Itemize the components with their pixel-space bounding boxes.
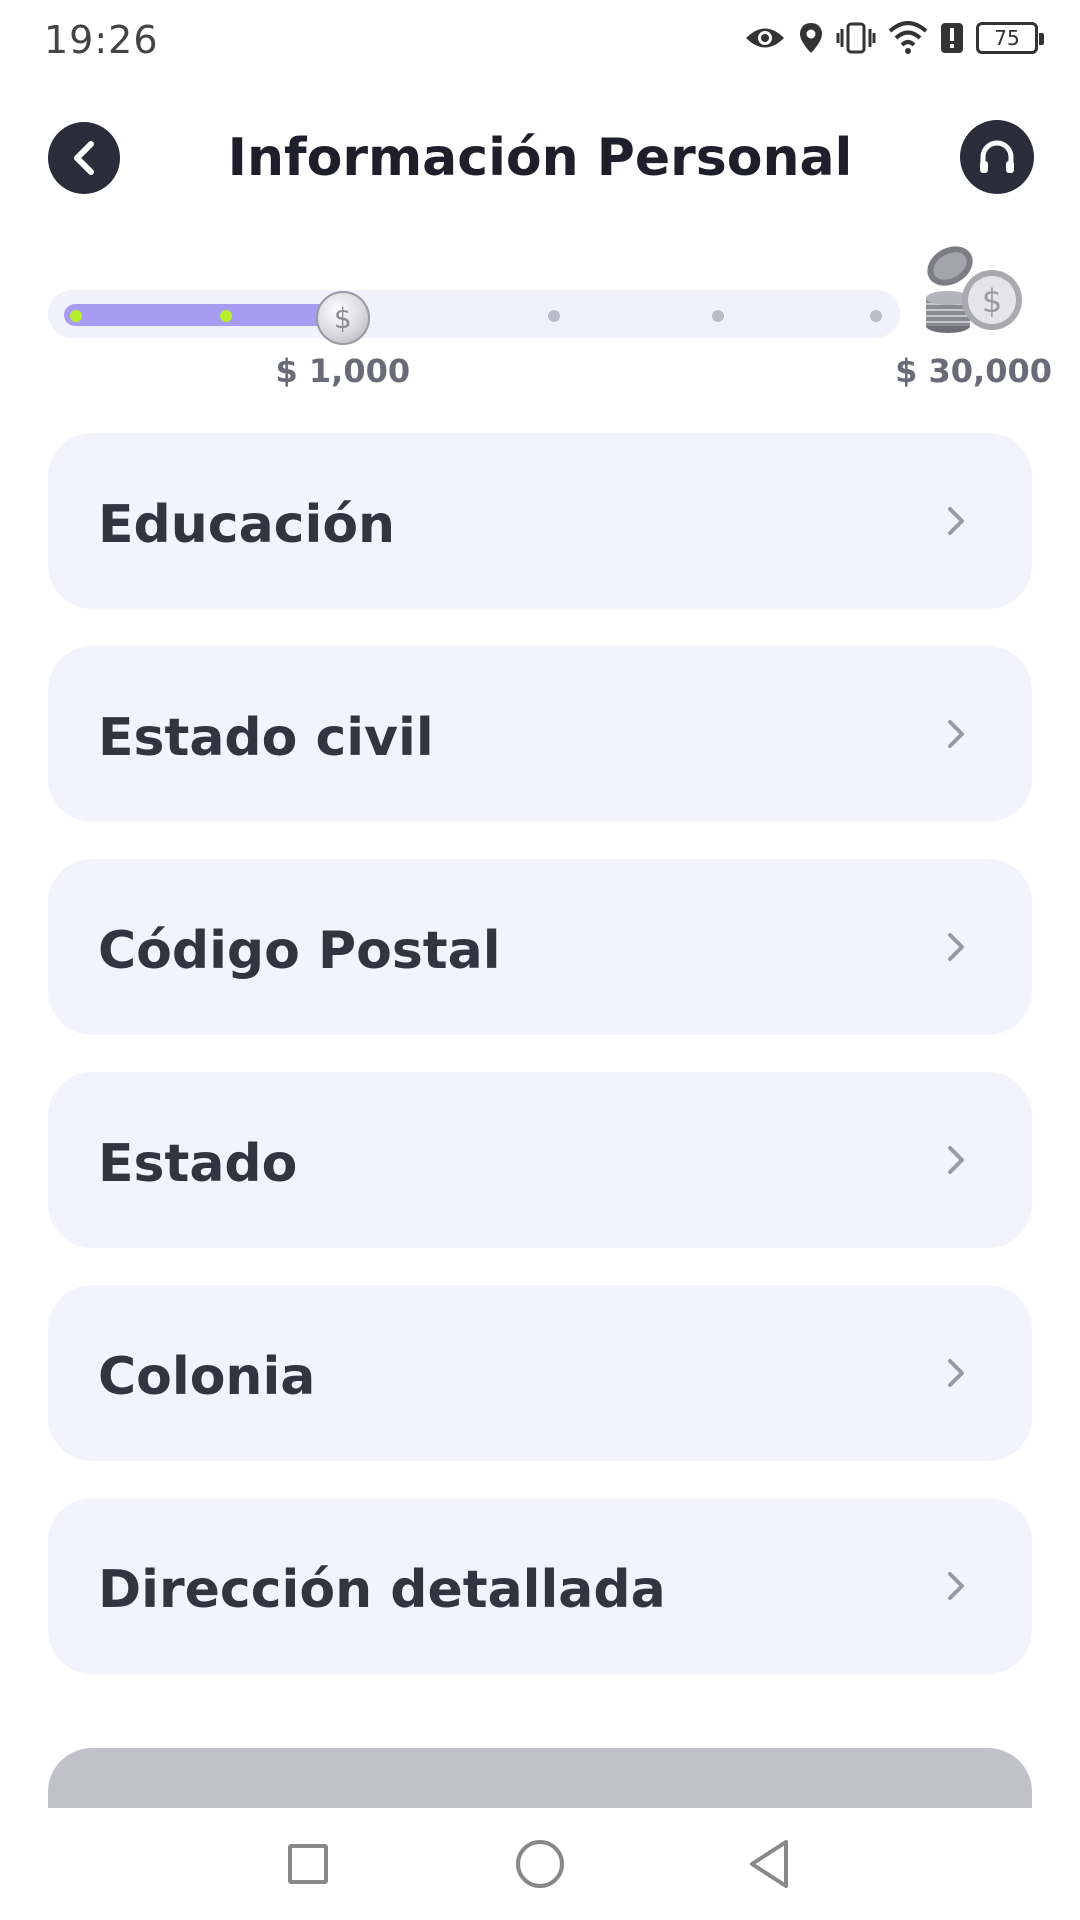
list-item-label: Estado	[98, 1134, 298, 1194]
list-item-colonia[interactable]: Colonia	[48, 1285, 1032, 1461]
chevron-right-icon	[948, 1359, 964, 1387]
list-item-codigo-postal[interactable]: Código Postal	[48, 859, 1032, 1035]
status-bar: 19:26 75	[0, 0, 1080, 80]
list-item-label: Dirección detallada	[98, 1560, 666, 1620]
wifi-icon	[888, 21, 928, 54]
chevron-right-icon	[948, 1146, 964, 1174]
current-amount: $ 1,000	[275, 352, 411, 390]
eye-icon	[746, 28, 784, 48]
home-icon[interactable]	[516, 1840, 564, 1888]
coins-stack-icon: $	[926, 246, 1022, 333]
progress-track: $	[48, 290, 900, 345]
coin-thumb-icon: $	[315, 291, 370, 345]
list-item-estado[interactable]: Estado	[48, 1072, 1032, 1248]
svg-text:$: $	[982, 282, 1002, 320]
status-icons: 75	[744, 16, 1044, 60]
vibrate-icon	[836, 22, 876, 54]
progress-step-dot	[548, 310, 560, 322]
battery-icon: 75	[976, 22, 1044, 54]
system-nav-bar	[0, 1808, 1080, 1920]
chevron-right-icon	[948, 720, 964, 748]
battery-level: 75	[994, 26, 1020, 50]
progress-fill	[64, 304, 343, 326]
support-button[interactable]	[960, 120, 1034, 194]
list-item-label: Colonia	[98, 1347, 316, 1407]
max-amount: $ 30,000	[895, 352, 1052, 390]
list-item-label: Educación	[98, 495, 396, 555]
back-icon[interactable]	[746, 1838, 792, 1890]
credit-progress: $ $ $ 1,000 $ 30,000	[0, 230, 1080, 400]
list-item-label: Código Postal	[98, 921, 501, 981]
location-icon	[800, 23, 822, 53]
list-item-educacion[interactable]: Educación	[48, 433, 1032, 609]
status-time: 19:26	[44, 18, 159, 62]
chevron-right-icon	[948, 933, 964, 961]
alert-icon	[941, 23, 963, 53]
progress-step-dot	[70, 310, 82, 322]
headset-icon	[980, 140, 1014, 173]
progress-step-dot	[712, 310, 724, 322]
recent-apps-icon[interactable]	[288, 1844, 328, 1884]
header: Información Personal	[0, 110, 1080, 210]
page-title: Información Personal	[227, 128, 853, 188]
progress-step-dot	[870, 310, 882, 322]
list-item-direccion-detallada[interactable]: Dirección detallada	[48, 1498, 1032, 1674]
list-item-estado-civil[interactable]: Estado civil	[48, 646, 1032, 822]
list-item-label: Estado civil	[98, 708, 434, 768]
info-list: Educación Estado civil Código Postal Est…	[48, 433, 1032, 1711]
chevron-right-icon	[948, 507, 964, 535]
progress-step-dot	[220, 310, 232, 322]
chevron-right-icon	[948, 1572, 964, 1600]
